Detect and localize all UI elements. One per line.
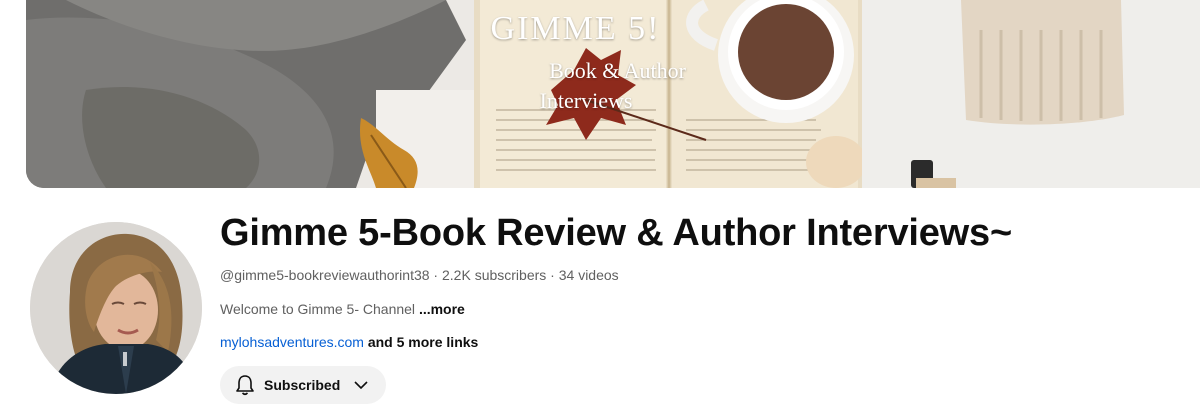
channel-title: Gimme 5-Book Review & Author Interviews~: [220, 212, 1012, 254]
meta-separator: ·: [429, 267, 442, 283]
subscribed-button[interactable]: Subscribed: [220, 366, 386, 404]
banner-subtitle: Book & Author: [549, 58, 686, 83]
chevron-down-icon: [350, 374, 372, 396]
bell-icon: [234, 374, 256, 396]
description-more-button[interactable]: ...more: [419, 301, 465, 317]
channel-banner: GIMME 5! Book & Author Interviews: [26, 0, 1200, 188]
avatar-image: [30, 222, 202, 394]
channel-description[interactable]: Welcome to Gimme 5- Channel ...more: [220, 301, 465, 317]
video-count: 34 videos: [558, 267, 619, 283]
banner-title: GIMME 5!: [490, 10, 661, 47]
channel-handle: @gimme5-bookreviewauthorint38: [220, 267, 430, 283]
channel-meta: @gimme5-bookreviewauthorint38 · 2.2K sub…: [220, 267, 619, 283]
meta-separator: ·: [546, 267, 559, 283]
more-links-button[interactable]: and 5 more links: [364, 334, 479, 350]
channel-avatar[interactable]: [30, 222, 202, 394]
subscriber-count: 2.2K subscribers: [442, 267, 547, 283]
channel-link[interactable]: mylohsadventures.com: [220, 334, 364, 350]
subscribed-label: Subscribed: [264, 377, 341, 393]
banner-subtitle-2: Interviews: [539, 88, 633, 113]
description-text: Welcome to Gimme 5- Channel: [220, 301, 419, 317]
channel-links: mylohsadventures.com and 5 more links: [220, 334, 478, 350]
